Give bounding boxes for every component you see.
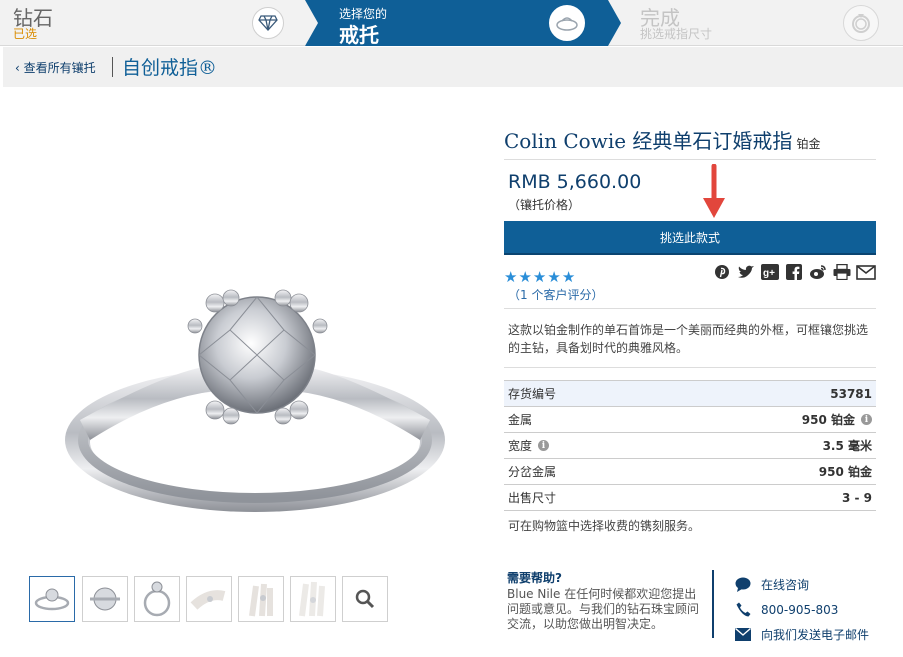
product-price: RMB 5,660.00	[508, 171, 642, 193]
live-chat-link[interactable]: 在线咨询	[734, 572, 869, 597]
help-divider	[712, 570, 714, 638]
spec-row: 金属 950 铂金 i	[504, 407, 876, 433]
phone-number: 800-905-803	[761, 602, 839, 617]
ring-icon	[843, 5, 879, 41]
live-chat-label: 在线咨询	[761, 578, 810, 592]
product-image[interactable]	[50, 270, 460, 530]
product-description: 这款以铂金制作的单石首饰是一个美丽而经典的外框，可框镶您挑选的主钻，具备划时代的…	[504, 308, 876, 368]
spec-label: 金属	[508, 411, 532, 428]
spec-row: 出售尺寸 3 - 9	[504, 485, 876, 511]
email-us-link[interactable]: 向我们发送电子邮件	[734, 622, 869, 647]
email-share-icon[interactable]	[856, 262, 876, 282]
spec-value: 3.5 毫米	[823, 437, 872, 454]
phone-link[interactable]: 800-905-803	[734, 597, 869, 622]
breadcrumb-title: 自创戒指®	[122, 57, 218, 79]
back-to-settings-link[interactable]: ‹ 查看所有镶托	[15, 59, 96, 76]
pinterest-icon[interactable]	[712, 262, 732, 282]
step-complete-subtitle: 挑选戒指尺寸	[640, 27, 713, 41]
reviews-link[interactable]: （1 个客户评分）	[508, 286, 603, 303]
thumbnail-hand-view-1[interactable]	[186, 576, 232, 622]
diamond-icon	[252, 7, 284, 39]
spec-value: 53781	[830, 387, 872, 401]
contact-links: 在线咨询 800-905-803 向我们发送电子邮件	[734, 572, 869, 647]
spec-table: 存货编号 53781 金属 950 铂金 i 宽度 i 3.5 毫米分岔金属 950 铂金出售尺…	[504, 380, 876, 511]
rating-stars[interactable]: ★★★★★	[504, 268, 576, 286]
progress-steps: 钻石 已选 选择您的 戒托 完成 挑选戒指尺寸	[0, 0, 903, 47]
phone-icon	[734, 602, 752, 617]
ring-image	[65, 289, 445, 512]
email-icon	[734, 628, 752, 641]
spec-row: 存货编号 53781	[504, 381, 876, 407]
thumbnail-front-view[interactable]	[29, 576, 75, 622]
thumbnail-side-view[interactable]	[134, 576, 180, 622]
chat-icon	[734, 577, 752, 592]
spec-label: 宽度 i	[508, 437, 550, 454]
zoom-button[interactable]	[342, 576, 388, 622]
email-us-label: 向我们发送电子邮件	[761, 628, 870, 642]
help-section: 需要帮助? Blue Nile 在任何时候都欢迎您提出问题或意见。与我们的钻石珠…	[507, 569, 707, 632]
spec-value: 950 铂金 i	[802, 411, 872, 428]
select-style-button[interactable]: 挑选此款式	[504, 221, 876, 255]
spec-label: 出售尺寸	[508, 489, 556, 506]
star-icon: ★	[504, 268, 519, 286]
spec-label-text: 金属	[508, 413, 533, 427]
spec-label-text: 出售尺寸	[508, 491, 557, 505]
product-title: Colin Cowie 经典单石订婚戒指 铂金	[504, 126, 876, 160]
price-note: （镶托价格）	[508, 198, 581, 212]
engraving-note: 可在购物篮中选择收费的镌刻服务。	[508, 519, 701, 533]
thumbnail-top-view[interactable]	[82, 576, 128, 622]
spec-value: 950 铂金	[819, 463, 872, 480]
spec-label-text: 存货编号	[508, 387, 557, 401]
spec-label-text: 宽度	[508, 439, 533, 453]
product-metal-tag: 铂金	[796, 137, 821, 151]
star-icon: ★	[532, 268, 548, 286]
breadcrumb: ‹ 查看所有镶托 自创戒指®	[3, 47, 903, 87]
magnifier-icon	[355, 589, 375, 609]
step-diamond-status: 已选	[13, 27, 38, 41]
step-divider	[608, 0, 621, 46]
star-icon: ★	[518, 268, 533, 286]
google-plus-icon[interactable]: g+	[760, 262, 780, 282]
twitter-icon[interactable]	[736, 262, 756, 282]
spec-label: 分岔金属	[508, 463, 556, 480]
step-diamond[interactable]: 钻石 已选	[0, 0, 305, 46]
thumbnail-hand-view-2[interactable]	[238, 576, 284, 622]
step-divider	[305, 0, 318, 46]
spec-row: 宽度 i 3.5 毫米	[504, 433, 876, 459]
spec-value-text: 3.5 毫米	[822, 439, 872, 453]
thumbnail-hand-view-3[interactable]	[290, 576, 336, 622]
print-icon[interactable]	[832, 262, 852, 282]
star-icon: ★	[547, 268, 562, 286]
spec-value: 3 - 9	[842, 491, 872, 505]
share-icons: g+	[712, 262, 876, 282]
svg-text:g+: g+	[763, 268, 775, 279]
weibo-icon[interactable]	[808, 262, 828, 282]
spec-value-text: 950 铂金	[801, 413, 855, 427]
product-panel: Colin Cowie 经典单石订婚戒指 铂金 RMB 5,660.00 （镶托价…	[504, 126, 876, 533]
product-name: Colin Cowie 经典单石订婚戒指	[504, 129, 793, 153]
spec-value-text: 3 - 9	[841, 490, 872, 505]
help-heading: 需要帮助?	[507, 571, 562, 585]
help-body: Blue Nile 在任何时候都欢迎您提出问题或意见。与我们的钻石珠宝顾问交流，…	[507, 587, 700, 631]
breadcrumb-divider	[112, 57, 113, 77]
spec-value-text: 53781	[830, 386, 872, 401]
step-setting-title: 戒托	[339, 23, 379, 47]
spec-value-text: 950 铂金	[818, 465, 872, 479]
spec-label: 存货编号	[508, 385, 556, 402]
info-icon[interactable]: i	[861, 414, 872, 425]
facebook-icon[interactable]	[784, 262, 804, 282]
step-setting[interactable]: 选择您的 戒托	[305, 0, 608, 47]
star-icon: ★	[561, 268, 577, 286]
spec-row: 分岔金属 950 铂金	[504, 459, 876, 485]
step-complete[interactable]: 完成 挑选戒指尺寸	[621, 0, 903, 46]
annotation-arrow-icon	[703, 164, 725, 218]
info-icon[interactable]: i	[538, 440, 550, 451]
ring-setting-icon	[549, 5, 585, 41]
spec-label-text: 分岔金属	[508, 465, 557, 479]
